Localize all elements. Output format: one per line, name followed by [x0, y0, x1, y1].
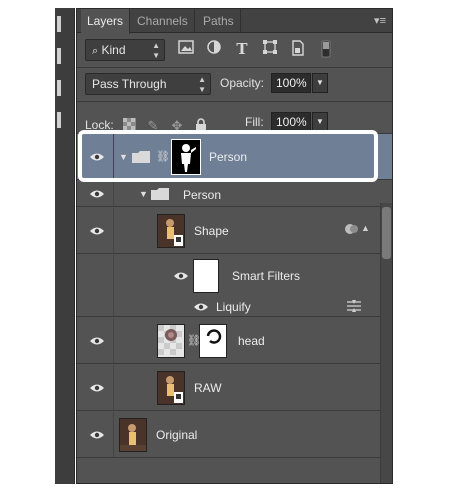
- opacity-dropdown-arrow-icon[interactable]: ▼: [312, 73, 328, 93]
- visibility-eye-icon[interactable]: [89, 226, 105, 236]
- layer-row-raw[interactable]: RAW: [77, 365, 392, 411]
- visibility-eye-icon[interactable]: [193, 302, 209, 312]
- layers-panel: Layers Channels Paths ▾≡ ⌕ Kind ▲ ▼ T Pas…: [76, 8, 393, 484]
- opacity-label: Opacity:: [220, 76, 265, 90]
- blend-mode-dropdown[interactable]: Pass Through ▲ ▼: [85, 73, 211, 95]
- panel-menu-icon[interactable]: ▾≡: [374, 14, 386, 27]
- blend-mode-value: Pass Through: [92, 77, 167, 91]
- layer-name[interactable]: Smart Filters: [232, 269, 300, 283]
- row-divider: [113, 365, 114, 410]
- layer-row-shape[interactable]: Shape ▲: [77, 208, 392, 254]
- layer-thumbnail[interactable]: [119, 418, 147, 452]
- layer-thumbnail[interactable]: [157, 214, 185, 248]
- collapse-triangle-icon[interactable]: ▲: [361, 223, 370, 233]
- mask-link-icon[interactable]: ⛓: [187, 334, 201, 348]
- selection-highlight-frame: [78, 130, 378, 182]
- smart-filter-mask-thumbnail[interactable]: [193, 259, 219, 293]
- layers-scrollbar[interactable]: [380, 203, 392, 483]
- layer-mask-thumbnail[interactable]: [199, 324, 227, 358]
- row-divider: [113, 255, 114, 297]
- smart-object-filter-icon[interactable]: [289, 40, 307, 58]
- pixel-filter-icon[interactable]: [177, 40, 195, 58]
- fill-input[interactable]: 100%: [271, 112, 311, 132]
- type-filter-icon[interactable]: T: [233, 40, 251, 58]
- scrollbar-thumb[interactable]: [382, 207, 391, 259]
- strip-mark: [57, 16, 61, 32]
- search-icon: ⌕: [92, 45, 99, 57]
- dropdown-arrows-icon: ▲ ▼: [198, 75, 206, 94]
- filter-kind-dropdown[interactable]: ⌕ Kind ▲ ▼: [85, 39, 165, 61]
- visibility-eye-icon[interactable]: [173, 271, 189, 281]
- tab-channels[interactable]: Channels: [131, 9, 195, 33]
- adjustment-filter-icon[interactable]: [205, 40, 223, 58]
- strip-mark: [57, 112, 61, 128]
- fill-dropdown-arrow-icon[interactable]: ▼: [312, 112, 328, 132]
- filter-toggle-icon[interactable]: [317, 40, 335, 58]
- folder-icon: [151, 188, 169, 200]
- visibility-eye-icon[interactable]: [89, 430, 105, 440]
- opacity-input[interactable]: 100%: [271, 73, 311, 93]
- fill-label: Fill:: [245, 115, 264, 129]
- shape-filter-icon[interactable]: [261, 40, 279, 58]
- row-divider: [113, 208, 114, 253]
- layer-name[interactable]: Person: [183, 188, 221, 202]
- row-divider: [113, 412, 114, 457]
- smart-filter-badge-icon[interactable]: [345, 223, 359, 238]
- layer-row-head[interactable]: ⛓ head: [77, 318, 392, 364]
- layer-name[interactable]: Original: [156, 428, 197, 442]
- layer-name[interactable]: Shape: [194, 224, 229, 238]
- row-divider: [113, 181, 114, 206]
- divider: [77, 101, 392, 102]
- row-divider: [113, 318, 114, 363]
- strip-mark: [57, 80, 61, 96]
- dropdown-arrows-icon: ▲ ▼: [152, 41, 160, 60]
- visibility-eye-icon[interactable]: [89, 336, 105, 346]
- tools-strip: [55, 8, 75, 484]
- panel-tab-bar: Layers Channels Paths ▾≡: [77, 9, 392, 34]
- visibility-eye-icon[interactable]: [89, 189, 105, 199]
- layer-row-person-subgroup[interactable]: ▼ Person: [77, 181, 392, 207]
- layer-thumbnail[interactable]: [157, 371, 185, 405]
- layer-row-smart-filters[interactable]: Smart Filters: [77, 255, 392, 297]
- filter-blending-options-icon[interactable]: [347, 299, 361, 316]
- strip-mark: [57, 48, 61, 64]
- layer-name[interactable]: Liquify: [216, 300, 251, 314]
- divider: [77, 67, 392, 68]
- layer-thumbnail[interactable]: [157, 324, 185, 358]
- tab-paths[interactable]: Paths: [197, 9, 241, 33]
- visibility-eye-icon[interactable]: [89, 383, 105, 393]
- disclosure-triangle-icon[interactable]: ▼: [139, 189, 148, 199]
- layer-row-liquify[interactable]: Liquify: [77, 297, 392, 317]
- tab-layers[interactable]: Layers: [81, 9, 131, 34]
- row-divider: [113, 297, 114, 316]
- layer-name[interactable]: RAW: [194, 381, 222, 395]
- filter-kind-label: Kind: [101, 43, 126, 57]
- layer-row-original[interactable]: Original: [77, 412, 392, 458]
- layer-name[interactable]: head: [238, 334, 265, 348]
